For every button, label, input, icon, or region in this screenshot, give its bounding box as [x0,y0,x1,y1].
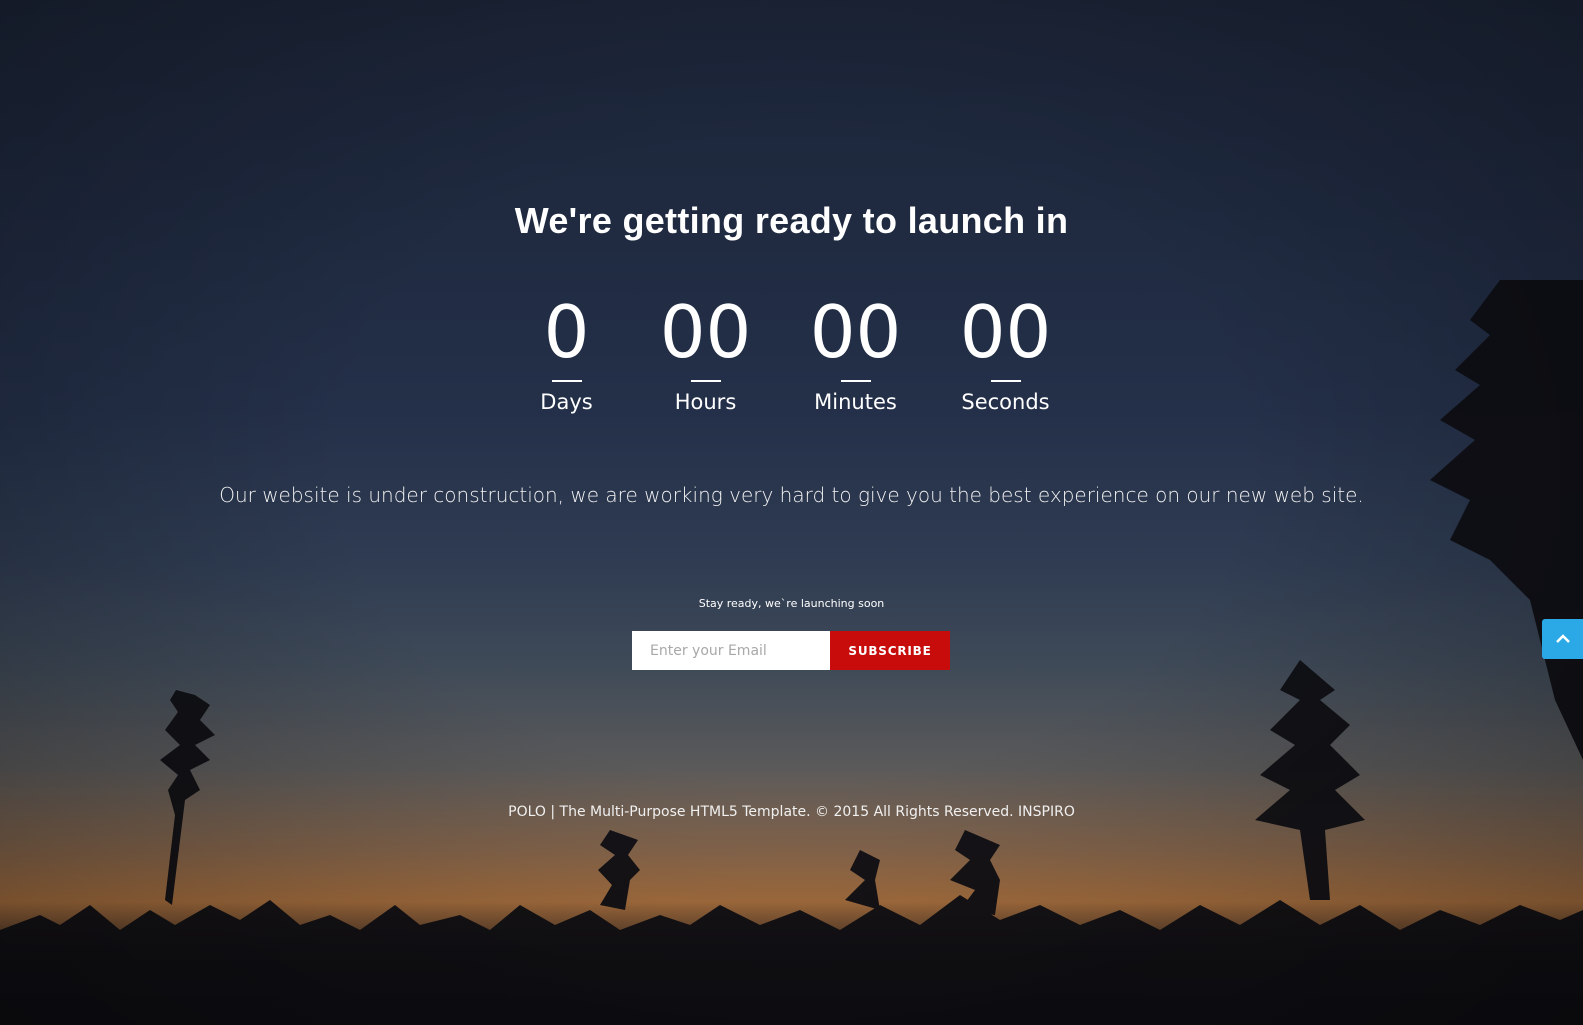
newsletter-note: Stay ready, we`re launching soon [698,597,885,610]
countdown-hours-value: 00 [659,290,752,374]
coming-soon-page: We're getting ready to launch in 0 Days … [0,0,1583,1025]
countdown-days-value: 0 [543,290,590,374]
page-title: We're getting ready to launch in [514,200,1069,241]
countdown-divider [990,380,1021,382]
countdown-days: 0 Days [503,288,631,414]
countdown-hours: 00 Hours [631,288,781,414]
countdown-divider [690,380,721,382]
countdown-timer: 0 Days 00 Hours 00 Minutes 00 Seconds [0,288,1583,414]
back-to-top-button[interactable] [1542,619,1583,659]
countdown-seconds: 00 Seconds [931,288,1081,414]
countdown-divider [551,380,582,382]
construction-description: Our website is under construction, we ar… [219,483,1364,507]
newsletter-form: SUBSCRIBE [632,631,950,670]
countdown-minutes-label: Minutes [814,390,897,414]
countdown-days-label: Days [540,390,593,414]
countdown-minutes-value: 00 [809,290,902,374]
main-content: We're getting ready to launch in 0 Days … [0,0,1583,1025]
subscribe-button[interactable]: SUBSCRIBE [830,631,950,670]
email-input[interactable] [632,631,830,670]
chevron-up-icon [1555,634,1570,643]
countdown-divider [840,380,871,382]
footer-copyright: POLO | The Multi-Purpose HTML5 Template.… [508,804,1075,820]
countdown-seconds-label: Seconds [961,390,1050,414]
countdown-seconds-value: 00 [959,290,1052,374]
countdown-hours-label: Hours [674,390,737,414]
countdown-minutes: 00 Minutes [781,288,931,414]
